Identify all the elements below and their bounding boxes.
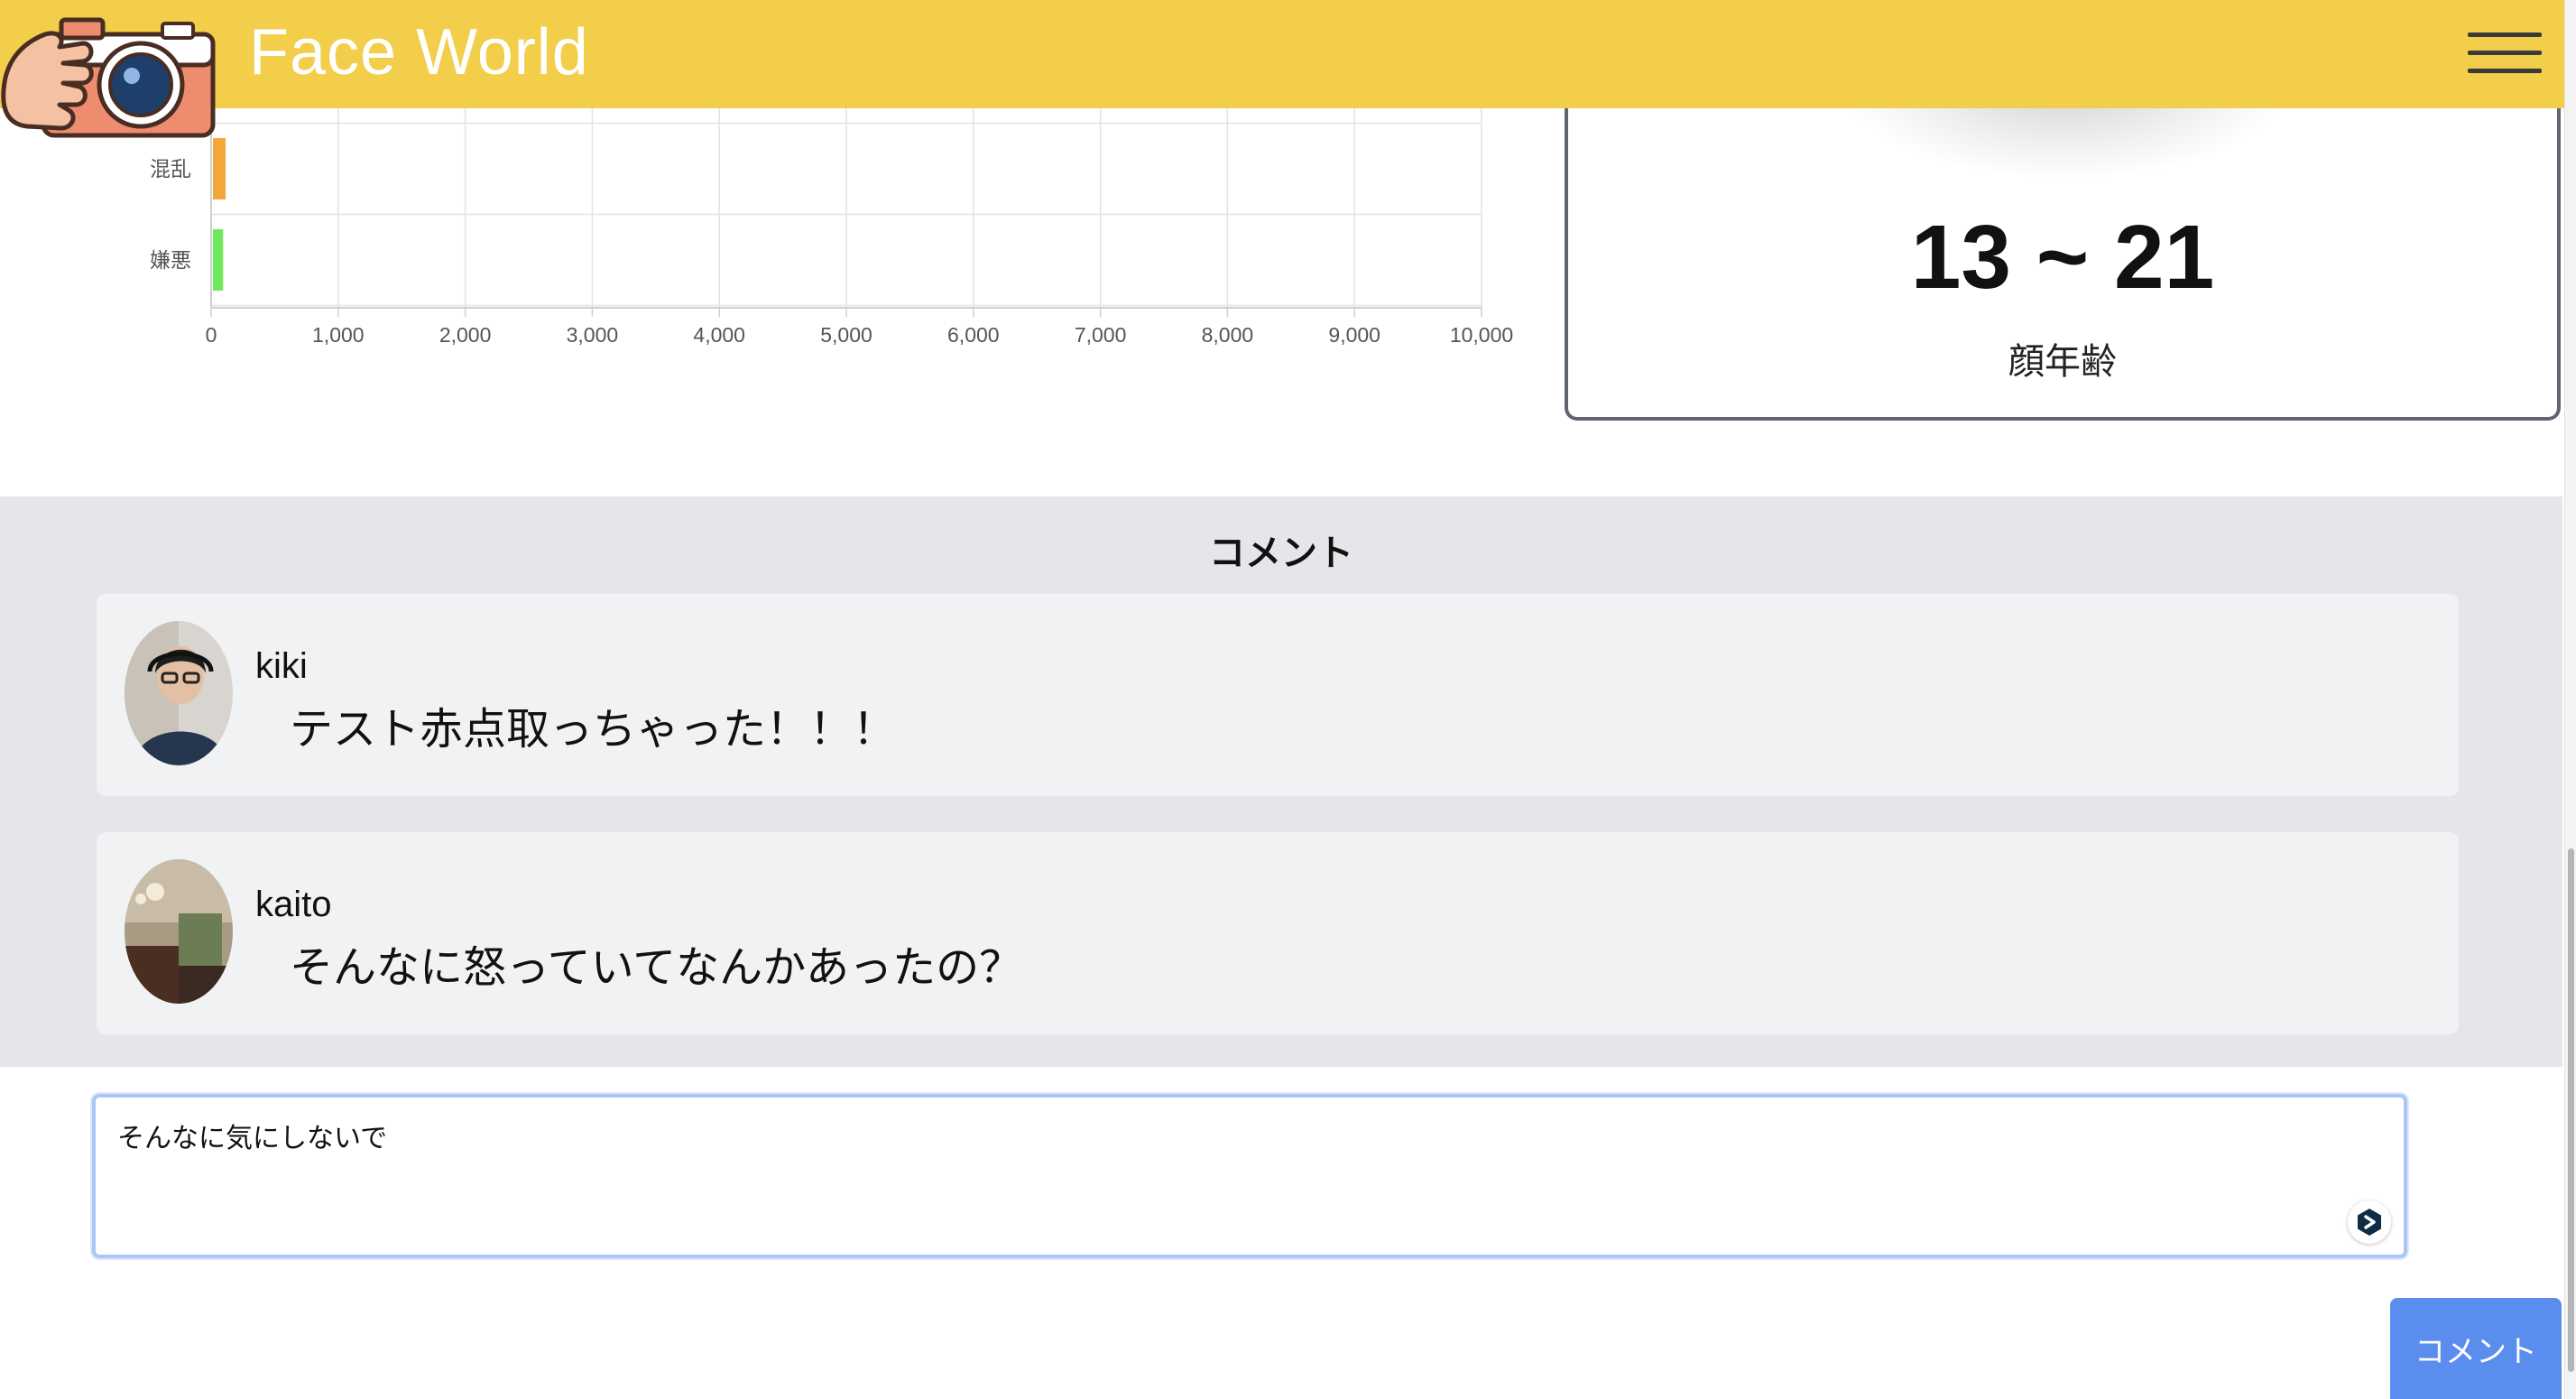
face-age-label: 顔年齢 <box>2008 341 2117 383</box>
x-tick-label: 7,000 <box>1075 323 1127 347</box>
x-tick-label: 5,000 <box>820 323 873 347</box>
emotion-bar-chart: 0 1,000 2,000 3,000 4,000 5,000 6,000 7,000 8,00… <box>150 108 1513 347</box>
y-category-label: 嫌悪 <box>150 249 191 273</box>
y-category-label: 混乱 <box>150 158 191 181</box>
user-avatar-icon[interactable] <box>125 621 233 765</box>
app-header: Face World <box>0 0 2564 108</box>
x-tick-label: 8,000 <box>1202 323 1254 347</box>
x-tick-label: 0 <box>206 323 217 347</box>
comments-section: コメント kiki テスト赤点取っちゃった！！！ kaito そんなに怒っていて… <box>0 496 2562 1067</box>
x-tick-label: 2,000 <box>439 323 492 347</box>
face-age-range: 13 ~ 21 <box>1910 207 2215 308</box>
x-tick-label: 4,000 <box>693 323 745 347</box>
comment-input[interactable]: そんなに気にしないで <box>92 1094 2407 1258</box>
x-tick-label: 3,000 <box>567 323 619 347</box>
comment-text: そんなに怒っていてなんかあったの？ <box>290 942 1023 993</box>
comment-card: kiki テスト赤点取っちゃった！！！ <box>97 594 2459 796</box>
chart-bar <box>213 138 226 199</box>
comment-card: kaito そんなに怒っていてなんかあったの？ <box>97 832 2459 1034</box>
user-avatar-icon[interactable] <box>125 859 233 1004</box>
x-tick-label: 1,000 <box>312 323 365 347</box>
comments-title: コメント <box>1209 533 1353 574</box>
app-title[interactable]: Face World <box>249 16 589 88</box>
x-tick-label: 9,000 <box>1328 323 1380 347</box>
scrollbar-thumb[interactable] <box>2568 848 2574 1372</box>
page-scrollbar[interactable] <box>2564 0 2576 1399</box>
comment-username: kaito <box>255 885 332 924</box>
deepl-translate-icon[interactable] <box>2348 1200 2391 1244</box>
chart-bar <box>213 229 224 291</box>
hamburger-menu-icon[interactable] <box>2468 32 2542 76</box>
camera-icon[interactable] <box>0 7 217 143</box>
comment-text: テスト赤点取っちゃった！！！ <box>290 704 897 755</box>
comment-submit-button[interactable]: コメント <box>2390 1298 2562 1399</box>
face-age-card: 13 ~ 21 顔年齢 <box>1565 81 2561 421</box>
comment-username: kiki <box>255 646 308 686</box>
x-tick-label: 6,000 <box>947 323 1000 347</box>
x-tick-label: 10,000 <box>1450 323 1513 347</box>
